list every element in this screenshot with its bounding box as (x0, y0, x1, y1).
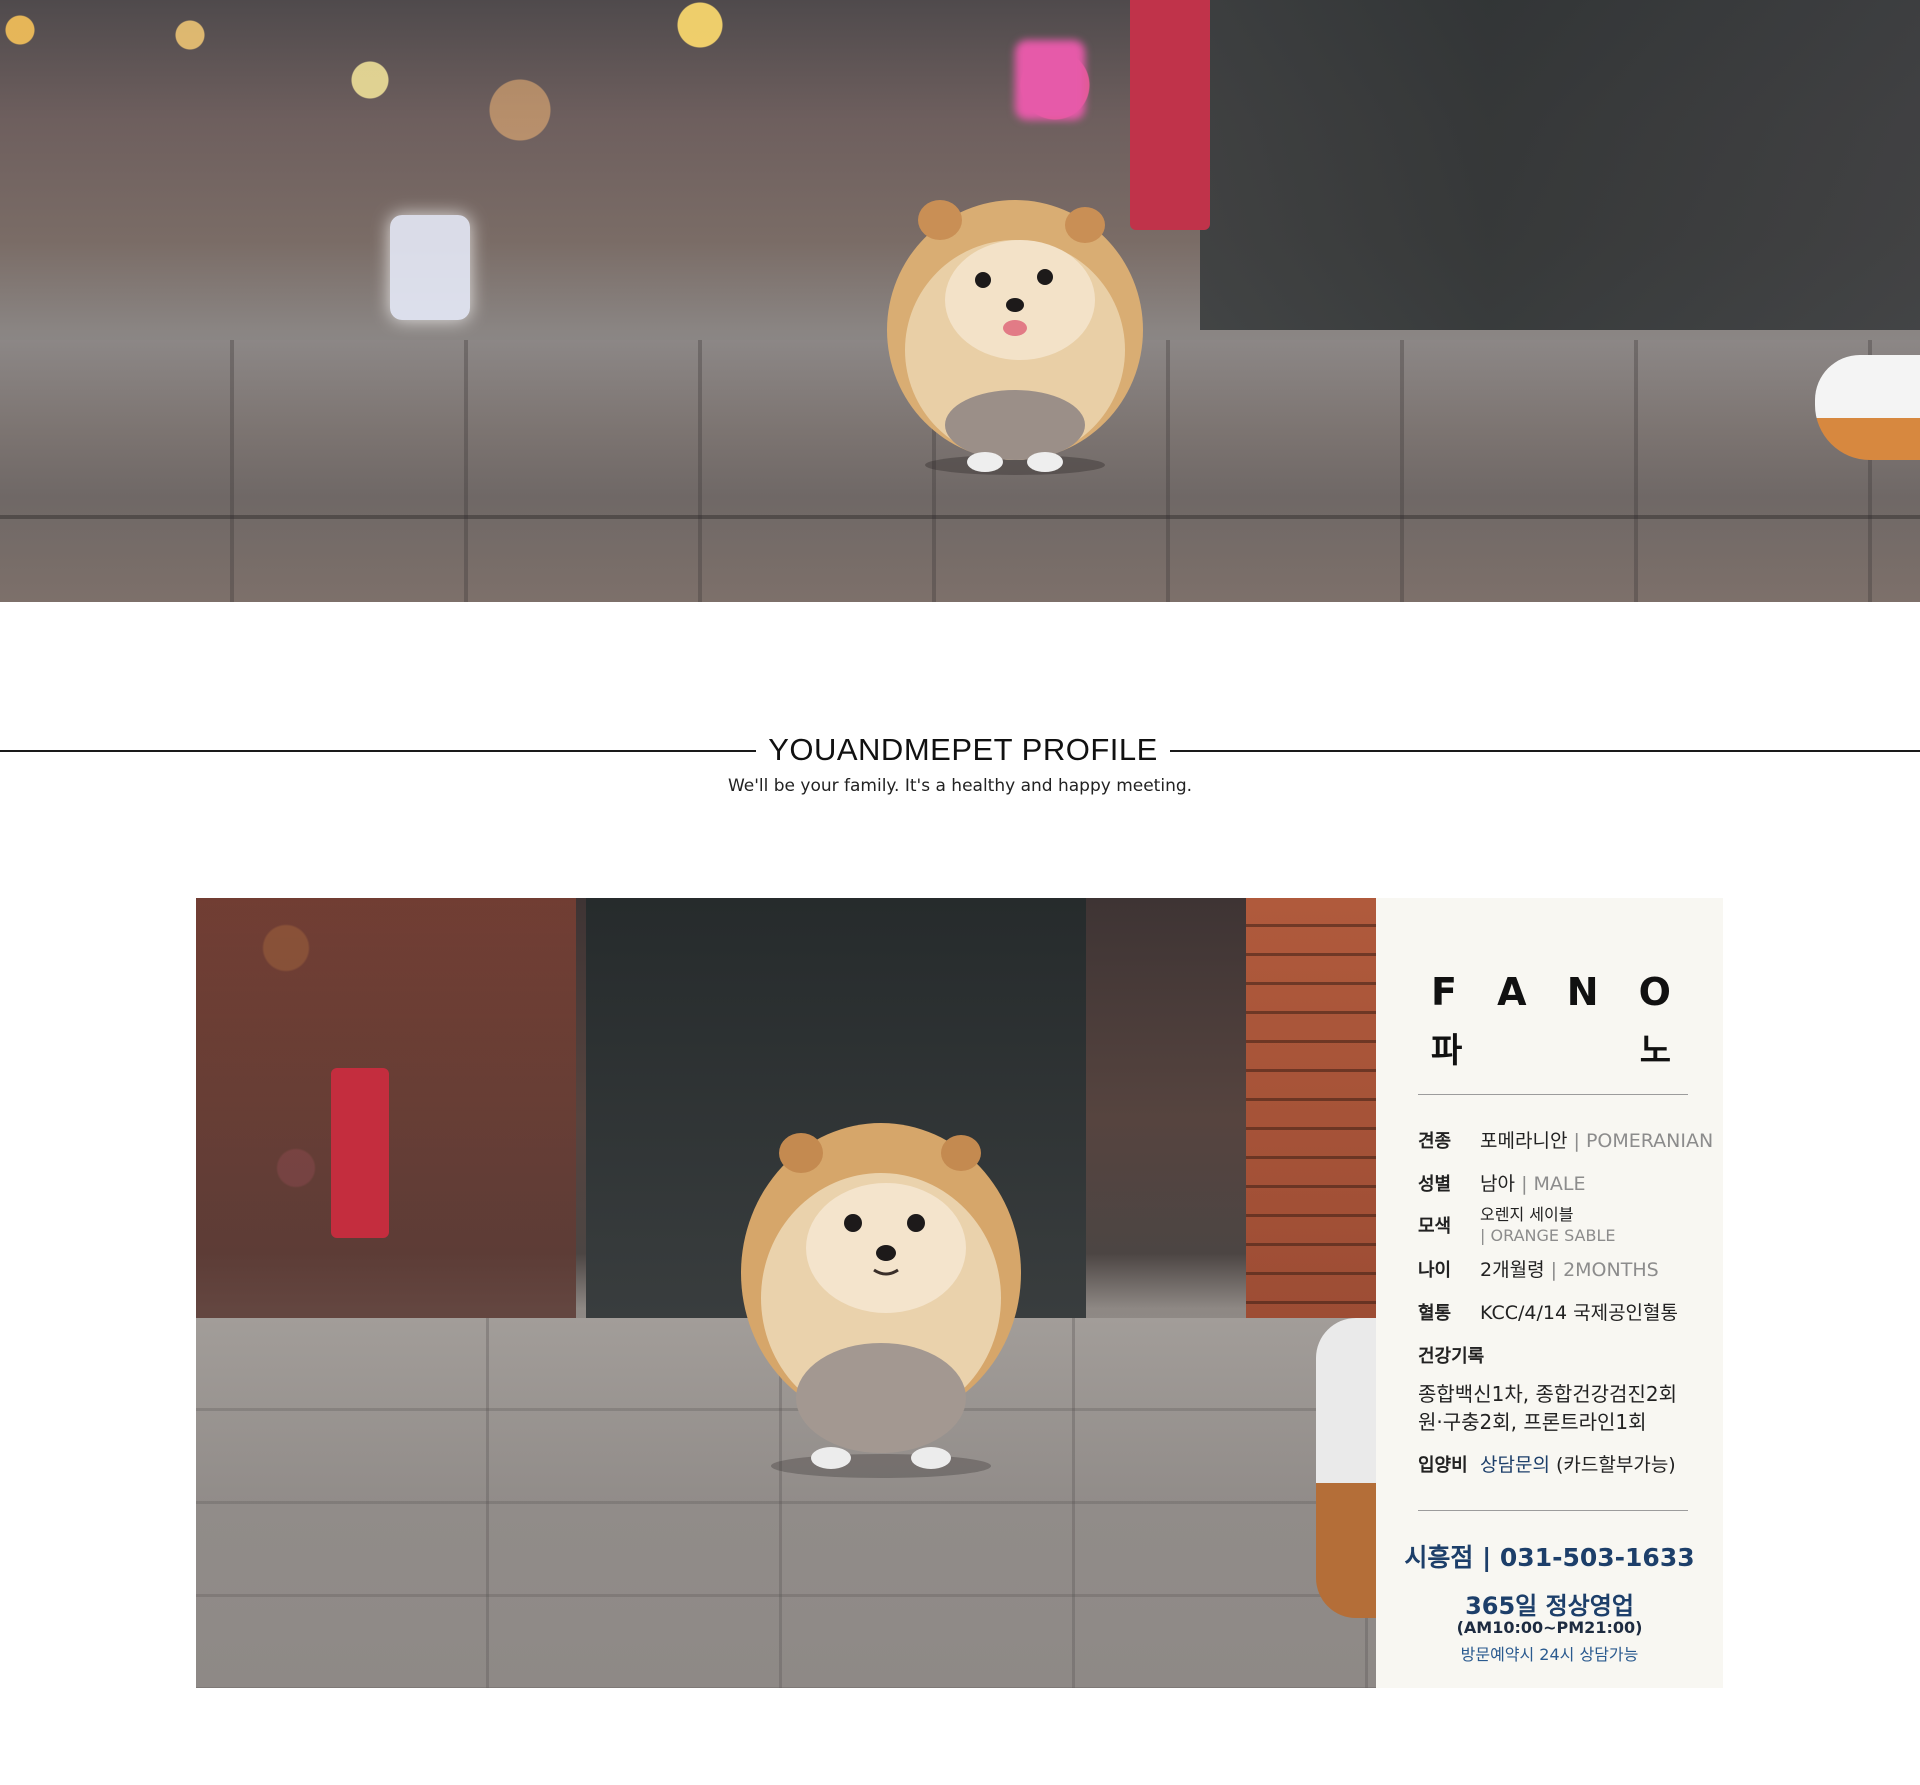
health-line: 종합백신1차, 종합건강검진2회 (1418, 1382, 1677, 1406)
name-en-letter: A (1497, 970, 1527, 1014)
header-rule-right (1170, 750, 1920, 752)
puppy-name-en: F A N O (1431, 970, 1671, 1014)
age-value-en: | 2MONTHS (1550, 1259, 1659, 1281)
hero-neon-light (1015, 40, 1085, 120)
health-title-row: 건강기록 (1418, 1342, 1718, 1368)
name-ko-syllable: 노 (1639, 1031, 1671, 1071)
pedigree-row: 혈통 KCC/4/14 국제공인혈통 (1418, 1298, 1718, 1325)
pedigree-label: 혈통 (1418, 1303, 1452, 1324)
breed-value-en: | POMERANIAN (1573, 1130, 1714, 1152)
hero-pavement-seam (0, 515, 1920, 519)
fee-value: 상담문의 (1480, 1454, 1550, 1476)
health-records: 종합백신1차, 종합건강검진2회 원·구충2회, 프론트라인1회 (1418, 1380, 1718, 1436)
color-row: 모색 오렌지 세이블 | ORANGE SABLE (1418, 1204, 1718, 1246)
age-label: 나이 (1418, 1260, 1452, 1281)
health-line: 원·구충2회, 프론트라인1회 (1418, 1410, 1647, 1434)
open-days: 365일 정상영업 (1465, 1592, 1634, 1620)
breed-label: 견종 (1418, 1131, 1452, 1152)
puppy-name-ko: 파 노 (1431, 1023, 1671, 1072)
section-title: YOUANDMEPET PROFILE (768, 732, 1158, 767)
fee-row: 입양비 상담문의 (카드할부가능) (1418, 1450, 1718, 1477)
fee-note: (카드할부가능) (1556, 1454, 1676, 1476)
name-ko-syllable: 파 (1431, 1031, 1463, 1071)
branch-phone[interactable]: 시흥점 | 031-503-1633 (1376, 1538, 1723, 1574)
profile-info-panel: F A N O 파 노 견종 포메라니안 | POMERANIAN 성별 남아 … (1376, 898, 1723, 1688)
section-subtitle: We'll be your family. It's a healthy and… (727, 776, 1193, 796)
health-label: 건강기록 (1418, 1346, 1485, 1367)
puppy-illustration (741, 1123, 1021, 1478)
color-label: 모색 (1418, 1216, 1452, 1237)
name-en-letter: N (1566, 970, 1599, 1014)
info-divider-top (1418, 1094, 1688, 1095)
hero-light-sign (390, 215, 470, 320)
breed-value: 포메라니안 (1480, 1130, 1568, 1152)
color-value-en: | ORANGE SABLE (1480, 1226, 1616, 1245)
photo-red-banner (331, 1068, 389, 1238)
color-value: 오렌지 세이블 (1480, 1205, 1574, 1224)
fee-label: 입양비 (1418, 1455, 1468, 1476)
business-hours: (AM10:00~PM21:00) (1456, 1618, 1643, 1637)
profile-section-header: YOUANDMEPET PROFILE We'll be your family… (0, 730, 1920, 810)
hero-shoe (1815, 355, 1920, 460)
hero-photo (0, 0, 1920, 602)
sex-row: 성별 남아 | MALE (1418, 1169, 1718, 1196)
header-rule-left (0, 750, 756, 752)
breed-row: 견종 포메라니안 | POMERANIAN (1418, 1126, 1718, 1153)
age-value: 2개월령 (1480, 1259, 1545, 1281)
sex-label: 성별 (1418, 1174, 1452, 1195)
name-en-letter: F (1431, 970, 1457, 1014)
age-row: 나이 2개월령 | 2MONTHS (1418, 1255, 1718, 1282)
info-divider-bottom (1418, 1510, 1688, 1511)
pedigree-value: KCC/4/14 국제공인혈통 (1480, 1302, 1678, 1324)
name-en-letter: O (1638, 970, 1671, 1014)
photo-shoe (1316, 1318, 1376, 1618)
sex-value-en: | MALE (1521, 1173, 1586, 1195)
hero-puppy-illustration (887, 200, 1143, 475)
color-value-block: 오렌지 세이블 | ORANGE SABLE (1480, 1204, 1615, 1246)
photo-brick-pillar (1246, 898, 1376, 1338)
sex-value: 남아 (1480, 1173, 1516, 1195)
reservation-note: 방문예약시 24시 상담가능 (1460, 1645, 1639, 1664)
puppy-photo (196, 898, 1376, 1688)
hero-storefront (1200, 0, 1920, 330)
